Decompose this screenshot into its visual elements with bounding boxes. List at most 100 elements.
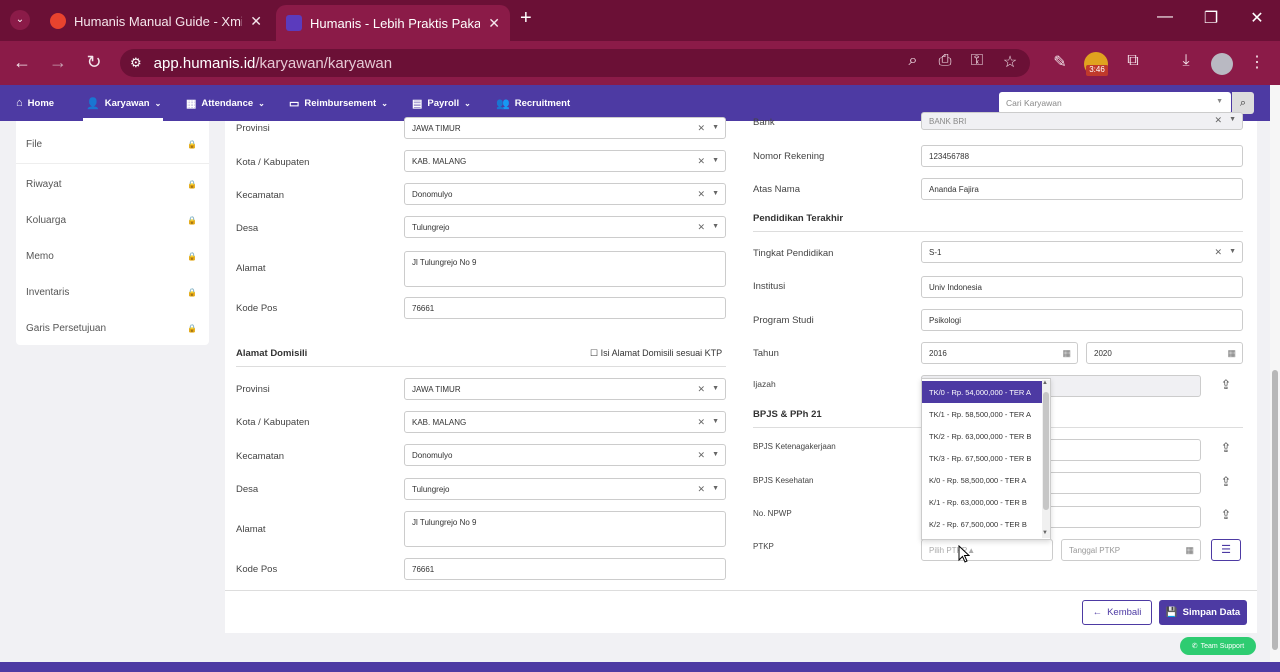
scroll-up-arrow-icon[interactable]: ▲: [1042, 380, 1048, 386]
clear-icon[interactable]: ✕: [697, 450, 705, 461]
dom-kecamatan-select[interactable]: Donomulyo ✕ ▼: [404, 444, 726, 466]
restore-icon[interactable]: ❐: [1196, 8, 1226, 28]
search-button[interactable]: ⌕: [1232, 92, 1254, 114]
tab-search-chevron-icon[interactable]: ⌄: [10, 10, 30, 30]
ptkp-option[interactable]: TK/0 - Rp. 54,000,000 - TER A: [922, 381, 1042, 403]
close-tab-icon[interactable]: ✕: [488, 15, 500, 32]
upload-bpjs-ketenagakerjaan-icon[interactable]: ⇪: [1216, 440, 1236, 456]
dom-kodepos-input[interactable]: 76661: [404, 558, 726, 580]
sidebar-item-keluarga[interactable]: Koluarga 🔒: [16, 202, 209, 238]
ptkp-option[interactable]: K/2 - Rp. 67,500,000 - TER B: [922, 513, 1042, 535]
browser-tab-humanis[interactable]: Humanis - Lebih Praktis Pakai H ✕: [276, 5, 510, 41]
clear-icon[interactable]: ✕: [697, 123, 705, 134]
nav-attendance[interactable]: ▦ Attendance ⌄: [180, 85, 271, 121]
team-support-button[interactable]: ✆ Team Support: [1180, 637, 1256, 655]
tahun-selesai-input[interactable]: 2020 ▦: [1086, 342, 1243, 364]
minimize-icon[interactable]: —: [1150, 8, 1180, 26]
tahun-mulai-input[interactable]: 2016 ▦: [921, 342, 1078, 364]
upload-npwp-icon[interactable]: ⇪: [1216, 507, 1236, 523]
xmind-favicon-icon: [50, 13, 66, 29]
clear-icon[interactable]: ✕: [697, 417, 705, 428]
nav-payroll[interactable]: ▤ Payroll ⌄: [406, 85, 477, 121]
ptkp-option[interactable]: TK/2 - Rp. 63,000,000 - TER B: [922, 425, 1042, 447]
input-value: 123456788: [929, 152, 970, 161]
sidebar-item-file[interactable]: File 🔒: [16, 126, 209, 162]
nav-karyawan[interactable]: 👤 Karyawan ⌄: [80, 85, 167, 121]
program-studi-input[interactable]: Psikologi: [921, 309, 1243, 331]
site-info-icon[interactable]: ⚙: [130, 55, 142, 71]
tanggal-ptkp-input[interactable]: Tanggal PTKP ▦: [1061, 539, 1201, 561]
upload-bpjs-kesehatan-icon[interactable]: ⇪: [1216, 474, 1236, 490]
tingkat-pendidikan-select[interactable]: S-1 ✕ ▼: [921, 241, 1243, 263]
bank-select[interactable]: BANK BRI ✕ ▼: [921, 112, 1243, 130]
upload-ijazah-icon[interactable]: ⇪: [1216, 377, 1236, 393]
extension-feather-icon[interactable]: ✎: [1047, 52, 1073, 72]
ptkp-select[interactable]: Pilih PTKP▲: [921, 539, 1053, 561]
browser-menu-icon[interactable]: ⋮: [1244, 52, 1270, 72]
input-value: Ananda Fajira: [929, 185, 979, 194]
nav-reimbursement[interactable]: ▭ Reimbursement ⌄: [283, 85, 394, 121]
close-tab-icon[interactable]: ✕: [250, 13, 262, 30]
new-tab-button[interactable]: +: [520, 7, 532, 30]
url-domain: app.humanis.id: [153, 54, 256, 72]
scroll-down-arrow-icon[interactable]: ▼: [1042, 530, 1048, 536]
close-window-icon[interactable]: ✕: [1242, 8, 1272, 28]
ptkp-option[interactable]: TK/1 - Rp. 58,500,000 - TER A: [922, 403, 1042, 425]
back-icon[interactable]: ←: [10, 52, 34, 73]
ptkp-option[interactable]: TK/3 - Rp. 67,500,000 - TER B: [922, 447, 1042, 469]
clear-icon[interactable]: ✕: [1214, 247, 1222, 258]
sidebar-item-memo[interactable]: Memo 🔒: [16, 238, 209, 274]
ptkp-option[interactable]: K/1 - Rp. 63,000,000 - TER B: [922, 491, 1042, 513]
sidebar-item-inventaris[interactable]: Inventaris 🔒: [16, 274, 209, 310]
sidebar-item-garis-persetujuan[interactable]: Garis Persetujuan 🔒: [16, 310, 209, 346]
forward-icon[interactable]: →: [46, 52, 70, 73]
ptkp-option[interactable]: K/0 - Rp. 58,500,000 - TER A: [922, 469, 1042, 491]
dom-kota-select[interactable]: KAB. MALANG ✕ ▼: [404, 411, 726, 433]
dom-alamat-textarea[interactable]: Jl Tulungrejo No 9: [404, 511, 726, 547]
sidebar-item-riwayat[interactable]: Riwayat 🔒: [16, 166, 209, 202]
nav-recruitment[interactable]: 👥 Recruitment: [490, 85, 576, 121]
ptkp-list-button[interactable]: ☰: [1211, 539, 1241, 561]
install-app-icon[interactable]: ⎙: [932, 52, 958, 70]
checkbox-icon[interactable]: ☐: [590, 348, 598, 358]
ktp-kota-select[interactable]: KAB. MALANG ✕ ▼: [404, 150, 726, 172]
save-button[interactable]: 💾 Simpan Data: [1159, 600, 1247, 625]
dom-provinsi-select[interactable]: JAWA TIMUR ✕ ▼: [404, 378, 726, 400]
clear-icon[interactable]: ✕: [697, 484, 705, 495]
nav-home[interactable]: ⌂ Home: [10, 85, 60, 121]
password-key-icon[interactable]: ⚿: [964, 52, 990, 70]
ktp-provinsi-select[interactable]: JAWA TIMUR ✕ ▼: [404, 117, 726, 139]
calendar-icon[interactable]: ▦: [1062, 348, 1071, 359]
clear-icon[interactable]: ✕: [697, 189, 705, 200]
reload-icon[interactable]: ↻: [82, 52, 106, 73]
ktp-kodepos-input[interactable]: 76661: [404, 297, 726, 319]
browser-tab-xmind[interactable]: Humanis Manual Guide - Xmind ✕: [40, 6, 272, 36]
address-bar[interactable]: ⚙ app.humanis.id/karyawan/karyawan: [120, 49, 1030, 77]
ktp-alamat-textarea[interactable]: Jl Tulungrejo No 9: [404, 251, 726, 287]
clear-icon[interactable]: ✕: [1214, 115, 1222, 126]
rekening-input[interactable]: 123456788: [921, 145, 1243, 167]
bookmark-star-icon[interactable]: ☆: [997, 52, 1023, 72]
institusi-input[interactable]: Univ Indonesia: [921, 276, 1243, 298]
field-label: Kota / Kabupaten: [236, 157, 310, 168]
atas-nama-input[interactable]: Ananda Fajira: [921, 178, 1243, 200]
field-label: Tingkat Pendidikan: [753, 248, 834, 259]
employee-search-select[interactable]: Cari Karyawan ▼: [999, 92, 1231, 114]
extensions-puzzle-icon[interactable]: ⧉: [1120, 52, 1146, 70]
dom-desa-select[interactable]: Tulungrejo ✕ ▼: [404, 478, 726, 500]
ktp-kecamatan-select[interactable]: Donomulyo ✕ ▼: [404, 183, 726, 205]
download-icon[interactable]: ⤓: [1173, 52, 1199, 70]
page-scrollbar-thumb[interactable]: [1272, 370, 1278, 650]
zoom-icon[interactable]: ⌕: [900, 52, 926, 70]
calendar-icon[interactable]: ▦: [1227, 348, 1236, 359]
clear-icon[interactable]: ✕: [697, 156, 705, 167]
ktp-desa-select[interactable]: Tulungrejo ✕ ▼: [404, 216, 726, 238]
profile-avatar[interactable]: [1211, 53, 1233, 75]
clear-icon[interactable]: ✕: [697, 384, 705, 395]
back-button[interactable]: ← Kembali: [1082, 600, 1152, 625]
dropdown-scrollbar-thumb[interactable]: [1043, 392, 1049, 510]
calendar-icon[interactable]: ▦: [1185, 545, 1194, 556]
same-as-ktp-checkbox[interactable]: ☐ Isi Alamat Domisili sesuai KTP: [590, 348, 722, 359]
clear-icon[interactable]: ✕: [697, 222, 705, 233]
footer-divider: [225, 590, 1257, 591]
